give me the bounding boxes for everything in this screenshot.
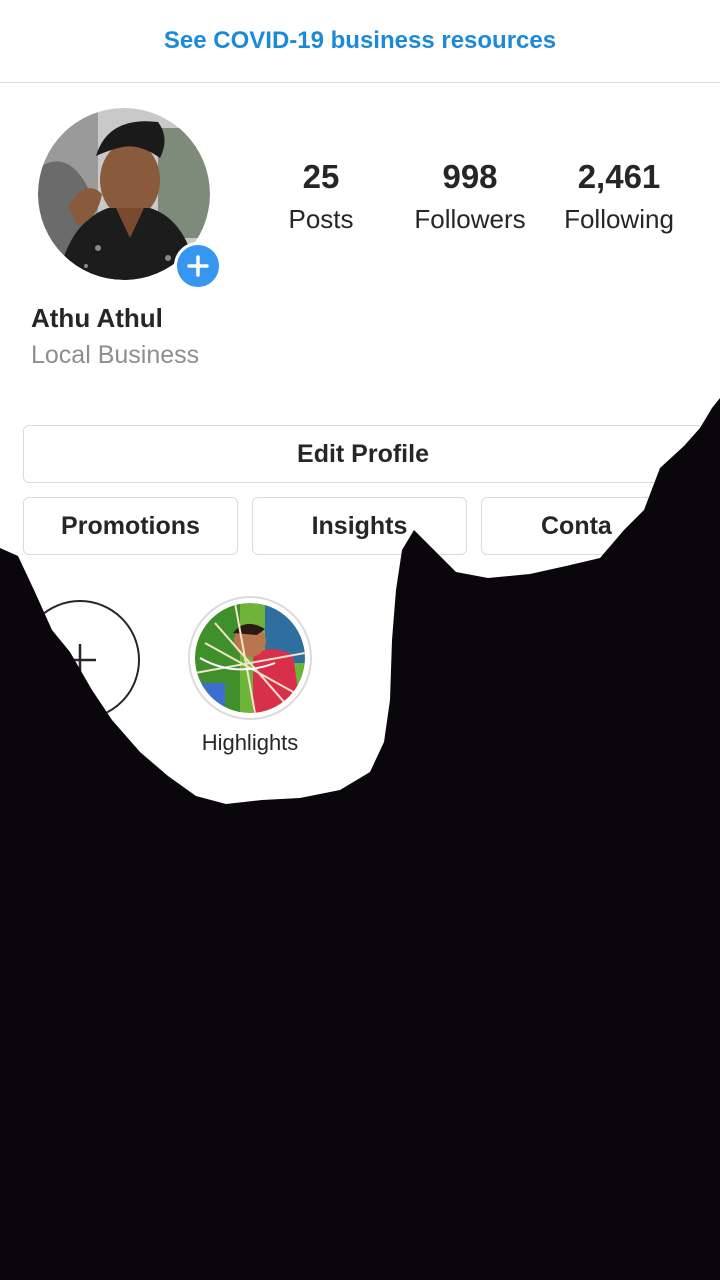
- stat-following[interactable]: 2,461 Following: [544, 155, 694, 239]
- followers-count: 998: [442, 158, 498, 195]
- profile-category: Local Business: [31, 341, 200, 369]
- plus-icon: [187, 255, 209, 277]
- following-label: Following: [564, 204, 674, 234]
- posts-label: Posts: [288, 204, 354, 234]
- following-count: 2,461: [577, 158, 661, 195]
- covid-banner: See COVID-19 business resources: [0, 0, 720, 83]
- edit-profile-button[interactable]: Edit Profile: [23, 425, 703, 483]
- profile-screen: See COVID-19 business resources 25 Posts…: [0, 0, 720, 1280]
- highlight-item[interactable]: [188, 596, 312, 720]
- new-highlight-button[interactable]: [20, 600, 140, 720]
- profile-name: Athu Athul: [31, 303, 163, 333]
- plus-icon: [64, 644, 96, 676]
- stat-posts[interactable]: 25 Posts: [246, 155, 396, 239]
- stat-followers[interactable]: 998 Followers: [395, 155, 545, 239]
- contact-button[interactable]: Conta: [481, 497, 696, 555]
- profile-stats: 25 Posts 998 Followers 2,461 Following: [246, 155, 720, 245]
- covid-resources-link[interactable]: See COVID-19 business resources: [164, 27, 556, 55]
- posts-count: 25: [302, 158, 340, 195]
- followers-label: Followers: [414, 204, 526, 234]
- promotions-button[interactable]: Promotions: [23, 497, 238, 555]
- highlight-label: Highlights: [201, 730, 299, 755]
- highlight-cover-image: [195, 603, 305, 713]
- profile-avatar-container[interactable]: [38, 108, 222, 290]
- add-story-button[interactable]: [174, 242, 222, 290]
- insights-button[interactable]: Insights: [252, 497, 467, 555]
